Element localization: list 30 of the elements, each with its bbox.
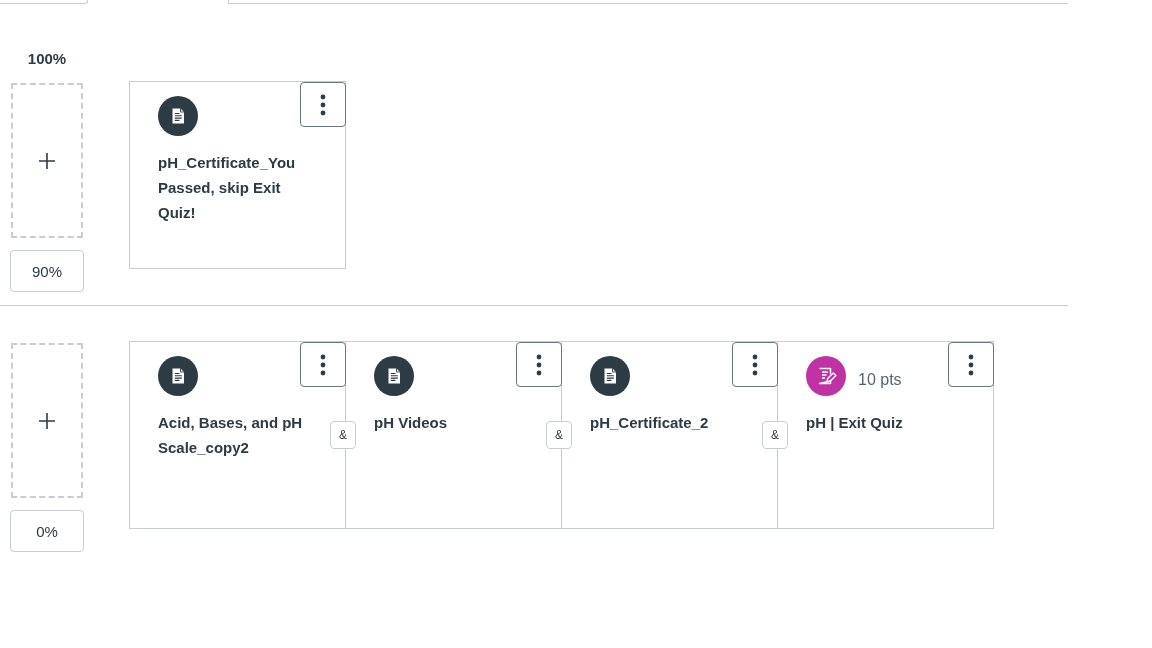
kebab-icon	[752, 353, 758, 376]
more-options-button[interactable]	[300, 82, 346, 127]
plus-icon	[39, 412, 55, 429]
and-button[interactable]: &	[762, 421, 788, 449]
points-label: 10 pts	[858, 371, 902, 389]
kebab-icon	[536, 353, 542, 376]
and-button[interactable]: &	[546, 421, 572, 449]
document-icon	[158, 356, 198, 396]
item-title: Acid, Bases, and pH Scale_copy2	[158, 413, 304, 458]
more-options-button[interactable]	[732, 342, 778, 387]
item-title: pH | Exit Quiz	[806, 413, 904, 433]
kebab-icon	[320, 353, 326, 376]
document-pencil-icon	[806, 356, 846, 396]
more-options-button[interactable]	[300, 342, 346, 387]
input-field[interactable]	[0, 0, 88, 4]
item-title: pH Videos	[374, 413, 449, 433]
kebab-icon	[320, 93, 326, 116]
document-icon	[374, 356, 414, 396]
more-options-button[interactable]	[516, 342, 562, 387]
item-title: pH_Certificate_You Passed, skip Exit Quiz!	[158, 153, 297, 223]
score-input[interactable]: 0%	[10, 510, 84, 552]
score-label: 100%	[27, 49, 67, 69]
kebab-icon	[968, 353, 974, 376]
item-title: pH_Certificate_2	[590, 413, 710, 433]
more-options-button[interactable]	[948, 342, 994, 387]
score-input[interactable]: 90%	[10, 250, 84, 292]
document-icon	[590, 356, 630, 396]
and-button[interactable]: &	[330, 421, 356, 449]
document-icon	[158, 96, 198, 136]
plus-icon	[39, 152, 55, 169]
